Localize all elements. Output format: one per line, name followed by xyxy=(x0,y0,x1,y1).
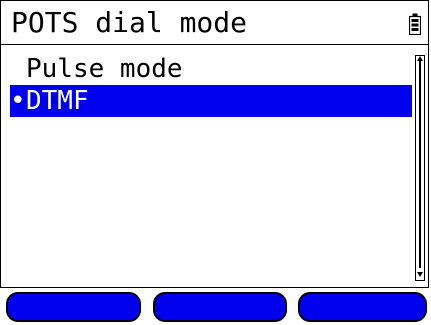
softkey-middle[interactable] xyxy=(153,292,287,322)
scrollbar-track xyxy=(419,60,421,268)
softkey-right[interactable] xyxy=(298,292,427,322)
softkey-bar xyxy=(0,291,431,325)
menu-list: Pulse mode •DTMF xyxy=(0,45,429,288)
selection-marker: • xyxy=(10,86,26,116)
menu-item-pulse-mode[interactable]: Pulse mode xyxy=(10,53,412,85)
menu-item-dtmf[interactable]: •DTMF xyxy=(10,85,412,117)
menu-item-label: Pulse mode xyxy=(26,54,183,84)
menu-item-label: DTMF xyxy=(26,86,89,116)
scrollbar[interactable] xyxy=(415,55,425,281)
scroll-down-arrow-icon xyxy=(417,272,423,277)
device-screen: POTS dial mode Pulse mode •DTMF xyxy=(0,0,431,325)
softkey-left[interactable] xyxy=(6,292,141,322)
battery-icon xyxy=(409,13,421,35)
page-title: POTS dial mode xyxy=(11,6,248,39)
title-bar: POTS dial mode xyxy=(0,0,429,45)
